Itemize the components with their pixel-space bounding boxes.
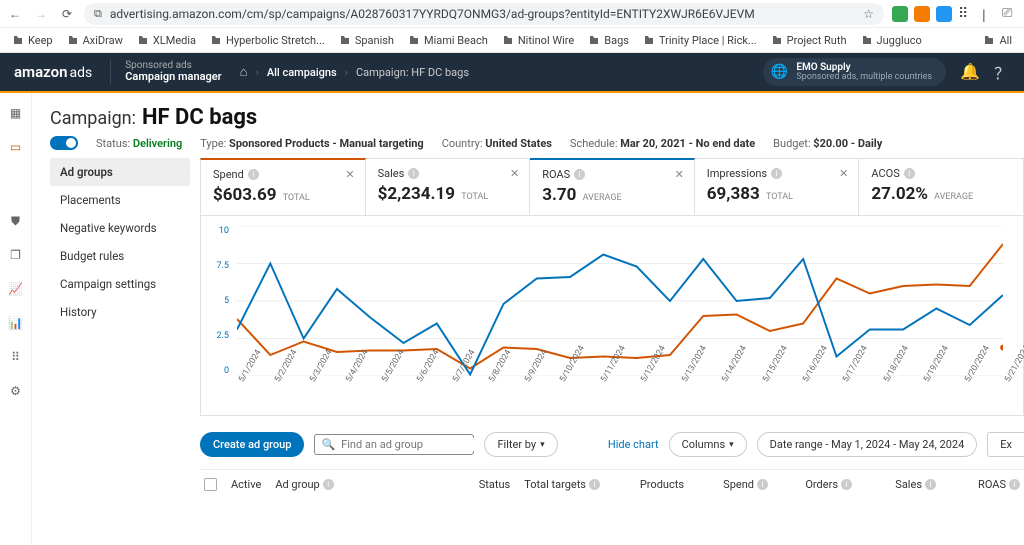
product-switcher[interactable]: Sponsored ads Campaign manager bbox=[110, 60, 221, 83]
bookmark-item[interactable]: AxiDraw bbox=[61, 32, 129, 49]
close-icon[interactable]: ✕ bbox=[675, 168, 684, 181]
chart-area: 107.552.50 5/1/20245/2/20245/3/20245/4/2… bbox=[200, 216, 1024, 416]
sidenav-item[interactable]: Campaign settings bbox=[50, 270, 190, 298]
extensions-menu-icon[interactable]: ⠿ bbox=[958, 6, 974, 22]
bookmark-item[interactable]: Miami Beach bbox=[402, 32, 494, 49]
create-ad-group-button[interactable]: Create ad group bbox=[200, 432, 304, 457]
date-range-button[interactable]: Date range - May 1, 2024 - May 24, 2024 bbox=[757, 432, 978, 457]
page-title: Campaign: HF DC bags bbox=[50, 105, 1024, 130]
metric-card[interactable]: Spendi$603.69 TOTAL✕ bbox=[200, 158, 366, 216]
rail-settings-icon[interactable]: ⚙ bbox=[8, 383, 24, 399]
amazon-ads-logo[interactable]: amazonads bbox=[14, 63, 92, 81]
hide-chart-link[interactable]: Hide chart bbox=[608, 438, 659, 451]
bell-icon[interactable]: 🔔 bbox=[960, 62, 980, 81]
info-icon[interactable]: i bbox=[248, 169, 259, 180]
metric-cards: Spendi$603.69 TOTAL✕Salesi$2,234.19 TOTA… bbox=[200, 158, 1024, 216]
col-active[interactable]: Active bbox=[231, 478, 261, 491]
sidenav-item[interactable]: Ad groups bbox=[50, 158, 190, 186]
breadcrumb: ⌂ › All campaigns › Campaign: HF DC bags bbox=[240, 64, 469, 80]
reload-button[interactable]: ⟳ bbox=[58, 5, 76, 23]
campaign-status-row: Status: Delivering Type: Sponsored Produ… bbox=[50, 136, 1024, 150]
col-ad-group[interactable]: Ad groupi bbox=[275, 478, 333, 491]
col-spend[interactable]: Spendi bbox=[698, 478, 768, 491]
metric-card[interactable]: Impressionsi69,383 TOTAL✕ bbox=[695, 158, 860, 216]
breadcrumb-current: Campaign: HF DC bags bbox=[356, 66, 469, 79]
filter-by-button[interactable]: Filter by▾ bbox=[484, 432, 557, 457]
url-bar[interactable]: ⧉ advertising.amazon.com/cm/sp/campaigns… bbox=[84, 3, 884, 25]
metric-card[interactable]: Salesi$2,234.19 TOTAL✕ bbox=[366, 158, 531, 216]
chart-y-axis: 107.552.50 bbox=[207, 226, 229, 376]
bookmark-item[interactable]: Keep bbox=[6, 32, 59, 49]
search-input[interactable] bbox=[341, 438, 481, 451]
account-switcher[interactable]: 🌐 EMO Supply Sponsored ads, multiple cou… bbox=[763, 58, 946, 87]
metric-card[interactable]: ROASi3.70 AVERAGE✕ bbox=[530, 158, 695, 216]
extension-icon[interactable] bbox=[914, 6, 930, 22]
cast-icon[interactable]: ⎚ bbox=[1002, 6, 1018, 22]
col-total-targets[interactable]: Total targetsi bbox=[524, 478, 600, 491]
more-icon[interactable]: | bbox=[980, 6, 996, 22]
close-icon[interactable]: ✕ bbox=[510, 167, 519, 180]
campaign-side-nav: Ad groupsPlacementsNegative keywordsBudg… bbox=[50, 158, 190, 499]
col-products[interactable]: Products bbox=[614, 478, 684, 491]
bookmark-label: All bbox=[999, 34, 1012, 47]
sidenav-item[interactable]: Negative keywords bbox=[50, 214, 190, 242]
sidenav-item[interactable]: History bbox=[50, 298, 190, 326]
rail-shield-icon[interactable]: ⛊ bbox=[8, 213, 24, 229]
col-status[interactable]: Status bbox=[440, 478, 510, 491]
site-info-icon[interactable]: ⧉ bbox=[94, 7, 102, 21]
export-button[interactable]: Ex bbox=[987, 432, 1024, 457]
search-icon: 🔍 bbox=[321, 438, 335, 451]
bookmark-item[interactable]: Spanish bbox=[333, 32, 400, 49]
url-text: advertising.amazon.com/cm/sp/campaigns/A… bbox=[110, 7, 855, 21]
bookmark-item[interactable]: Trinity Place | Rick... bbox=[637, 32, 763, 49]
browser-chrome: ← → ⟳ ⧉ advertising.amazon.com/cm/sp/cam… bbox=[0, 0, 1024, 28]
bookmarks-bar: KeepAxiDrawXLMediaHyperbolic Stretch...S… bbox=[0, 28, 1024, 53]
breadcrumb-link[interactable]: All campaigns bbox=[267, 66, 337, 79]
col-sales[interactable]: Salesi bbox=[866, 478, 936, 491]
globe-icon: 🌐 bbox=[771, 64, 788, 80]
col-orders[interactable]: Ordersi bbox=[782, 478, 852, 491]
info-icon[interactable]: i bbox=[408, 168, 419, 179]
extension-icon[interactable] bbox=[892, 6, 908, 22]
info-icon[interactable]: i bbox=[904, 168, 915, 179]
info-icon[interactable]: i bbox=[574, 169, 585, 180]
rail-campaigns-icon[interactable]: ▭ bbox=[8, 139, 24, 155]
left-rail: ▦ ▭ ⛊ ❐ 📈 📊 ⠿ ⚙ bbox=[0, 93, 32, 545]
forward-button[interactable]: → bbox=[32, 5, 50, 23]
home-icon[interactable]: ⌂ bbox=[240, 64, 248, 80]
content-area: Campaign: HF DC bags Status: Delivering … bbox=[32, 93, 1024, 545]
columns-button[interactable]: Columns▾ bbox=[669, 432, 747, 457]
info-icon[interactable]: i bbox=[771, 168, 782, 179]
bookmark-star-icon[interactable]: ☆ bbox=[863, 7, 874, 21]
status-toggle[interactable] bbox=[50, 136, 78, 150]
select-all-checkbox[interactable] bbox=[204, 478, 217, 491]
rail-library-icon[interactable]: ❐ bbox=[8, 247, 24, 263]
rail-grid-icon[interactable]: ⠿ bbox=[8, 349, 24, 365]
chart-x-axis: 5/1/20245/2/20245/3/20245/4/20245/5/2024… bbox=[237, 373, 1003, 415]
extension-icon[interactable] bbox=[936, 6, 952, 22]
bookmark-item[interactable]: Project Ruth bbox=[765, 32, 853, 49]
bookmark-item[interactable]: Nitinol Wire bbox=[496, 32, 580, 49]
sidenav-item[interactable]: Budget rules bbox=[50, 242, 190, 270]
extensions-area: ⠿ | ⎚ bbox=[892, 6, 1018, 22]
rail-chart-icon[interactable]: 📊 bbox=[8, 315, 24, 331]
table-toolbar: Create ad group 🔍 Filter by▾ Hide chart … bbox=[200, 432, 1024, 457]
rail-dashboard-icon[interactable]: ▦ bbox=[8, 105, 24, 121]
close-icon[interactable]: ✕ bbox=[839, 167, 848, 180]
rail-trend-icon[interactable]: 📈 bbox=[8, 281, 24, 297]
metric-card[interactable]: ACOSi27.02% AVERAGE bbox=[859, 158, 1024, 216]
bookmark-item[interactable]: XLMedia bbox=[131, 32, 202, 49]
sidenav-item[interactable]: Placements bbox=[50, 186, 190, 214]
col-roas[interactable]: ROASi bbox=[950, 478, 1020, 491]
amazon-header: amazonads Sponsored ads Campaign manager… bbox=[0, 53, 1024, 91]
bookmark-item[interactable]: Juggluco bbox=[855, 32, 928, 49]
back-button[interactable]: ← bbox=[6, 5, 24, 23]
bookmark-item[interactable]: Bags bbox=[582, 32, 635, 49]
bookmark-folder[interactable]: All bbox=[977, 32, 1018, 49]
close-icon[interactable]: ✕ bbox=[345, 168, 354, 181]
help-icon[interactable]: ？ bbox=[994, 60, 1010, 84]
search-input-wrapper[interactable]: 🔍 bbox=[314, 434, 474, 455]
bookmark-item[interactable]: Hyperbolic Stretch... bbox=[204, 32, 331, 49]
table-header-row: Active Ad groupi Status Total targetsi P… bbox=[200, 469, 1024, 499]
